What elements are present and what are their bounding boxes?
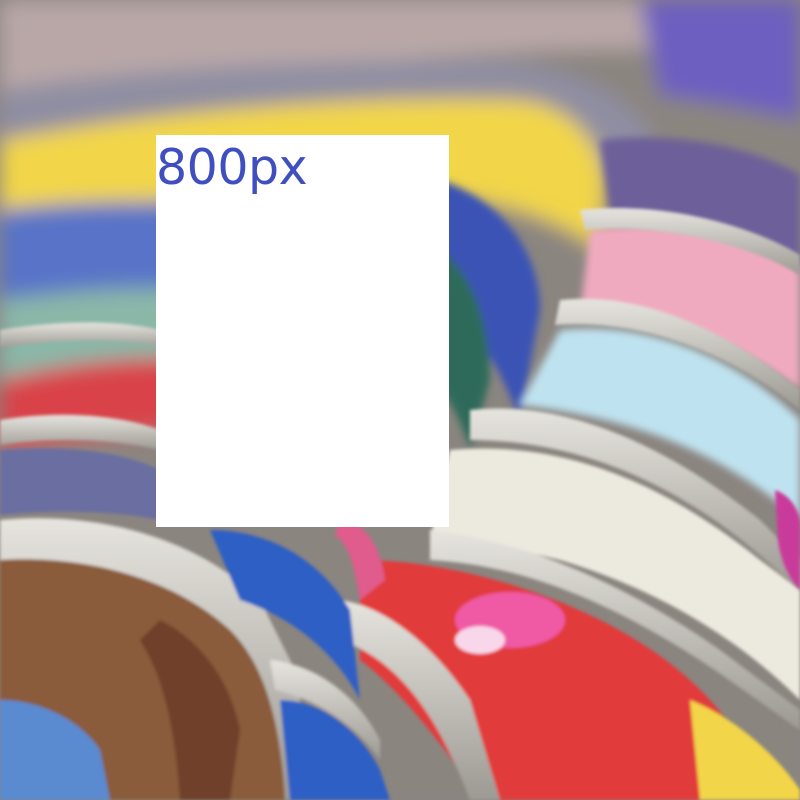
white-placeholder-box: 800px [156,135,449,527]
size-label: 800px [156,139,308,196]
